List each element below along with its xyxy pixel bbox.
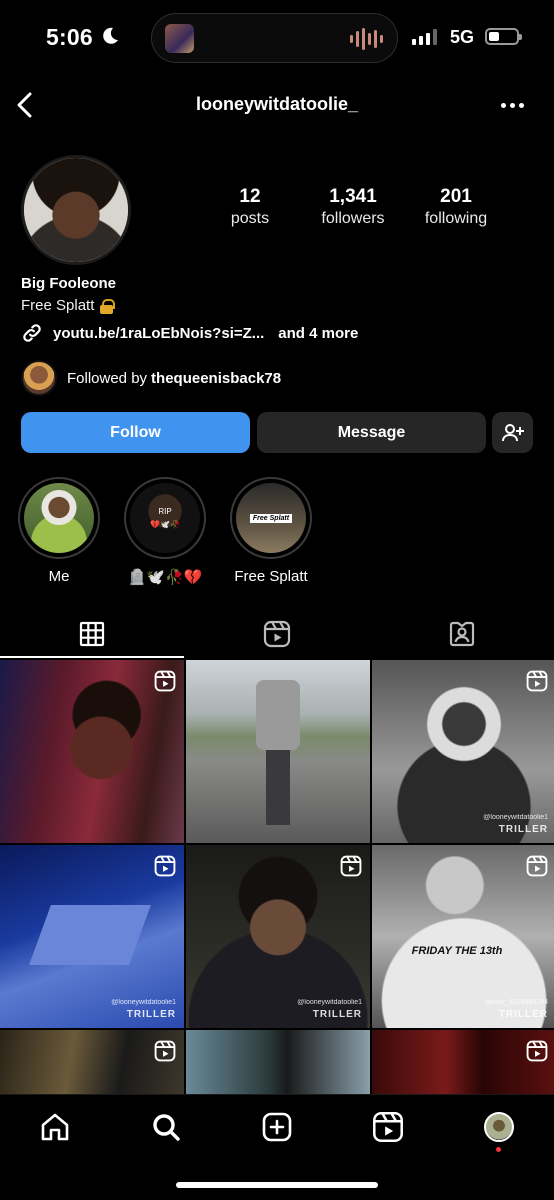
watermark-user: @looneywitdatoolie1 (483, 814, 548, 821)
watermark-app: TRILLER (498, 1009, 548, 1020)
watermark-app: TRILLER (126, 1009, 176, 1020)
stat-posts-label: posts (230, 210, 270, 227)
reel-badge-icon (154, 1040, 176, 1062)
grid-post[interactable]: @looneywitdatoolie1 TRILLER (0, 845, 184, 1028)
home-icon (41, 1113, 69, 1141)
notification-dot (496, 1147, 501, 1152)
nav-profile[interactable] (483, 1111, 515, 1143)
grid-post[interactable]: FRIDAY THE 13th @user_1529965244 TRILLER (372, 845, 554, 1028)
reel-badge-icon (340, 855, 362, 877)
reel-badge-icon (526, 670, 548, 692)
reel-badge-icon (154, 855, 176, 877)
stat-followers-count: 1,341 (329, 186, 377, 207)
highlight-free-splatt[interactable]: Free Splatt Free Splatt (230, 477, 312, 585)
profile-tabs (0, 610, 554, 658)
link-icon (23, 324, 41, 342)
highlight-memorial-cover: RIP 💔🕊️🥀 (130, 483, 200, 553)
highlight-memorial-label: 🪦🕊️🥀💔 (127, 569, 203, 586)
bio-link[interactable]: youtu.be/1raLoEbNois?si=Z... and 4 more (21, 322, 358, 344)
reel-badge-icon (154, 670, 176, 692)
followed-by[interactable]: Followed by thequeenisback78 (21, 360, 281, 396)
network-type: 5G (450, 27, 475, 47)
highlight-free-splatt-label: Free Splatt (234, 568, 308, 585)
grid-post[interactable] (0, 660, 184, 843)
nav-search[interactable] (150, 1111, 182, 1143)
highlight-memorial-emoji: 💔🕊️🥀 (150, 520, 180, 529)
tab-tagged[interactable] (370, 610, 554, 658)
highlight-memorial[interactable]: RIP 💔🕊️🥀 🪦🕊️🥀💔 (124, 477, 206, 586)
add-post-icon (262, 1112, 292, 1142)
watermark: @looneywitdatoolie1 TRILLER (483, 814, 548, 835)
status-bar: 5:06 5G (0, 0, 554, 76)
followed-by-prefix: Followed by (67, 369, 148, 387)
own-avatar (484, 1112, 514, 1142)
watermark-app: TRILLER (498, 824, 548, 835)
bio-text: Free Splatt (21, 297, 116, 314)
watermark-user: @looneywitdatoolie1 (111, 999, 176, 1006)
search-icon (153, 1114, 180, 1141)
grid-post[interactable]: @looneywitdatoolie1 TRILLER (372, 660, 554, 843)
nav-create[interactable] (261, 1111, 293, 1143)
cellular-signal-icon (412, 29, 437, 45)
bio-link-url[interactable]: youtu.be/1raLoEbNois?si=Z... (53, 325, 264, 342)
watermark: @looneywitdatoolie1 TRILLER (297, 999, 362, 1020)
follower-avatar (21, 360, 57, 396)
stat-followers-label: followers (321, 210, 385, 227)
highlight-memorial-text: RIP (158, 507, 172, 516)
stat-followers[interactable]: 1,341 followers (298, 186, 408, 230)
tab-posts-grid[interactable] (0, 610, 184, 658)
reel-badge-icon (526, 855, 548, 877)
bio-line: Free Splatt (21, 297, 95, 314)
highlight-me-label: Me (48, 568, 70, 585)
watermark: @looneywitdatoolie1 TRILLER (111, 999, 176, 1020)
highlight-me[interactable]: Me (18, 477, 100, 585)
watermark-app: TRILLER (312, 1009, 362, 1020)
audio-waveform-icon (350, 28, 383, 50)
home-indicator[interactable] (176, 1182, 378, 1188)
highlight-free-splatt-cover: Free Splatt (236, 483, 306, 553)
highlight-free-splatt-cover-text: Free Splatt (249, 513, 293, 523)
now-playing-artwork (165, 24, 194, 53)
reel-badge-icon (526, 1040, 548, 1062)
stat-following-label: following (424, 210, 488, 227)
profile-username: looneywitdatoolie_ (195, 94, 359, 114)
watermark-user: @looneywitdatoolie1 (297, 999, 362, 1006)
more-options-icon[interactable] (501, 103, 524, 108)
grid-post[interactable]: @looneywitdatoolie1 TRILLER (186, 845, 370, 1028)
grid-icon (79, 621, 105, 647)
tab-reels[interactable] (185, 610, 369, 658)
reels-icon (373, 1112, 403, 1142)
moon-icon (103, 27, 118, 44)
display-name: Big Fooleone (21, 275, 116, 292)
nav-home[interactable] (39, 1111, 71, 1143)
suggest-users-button[interactable] (492, 412, 533, 453)
stat-posts[interactable]: 12 posts (195, 186, 305, 230)
stat-posts-count: 12 (239, 186, 261, 207)
watermark: @user_1529965244 TRILLER (484, 999, 548, 1020)
highlight-me-cover (24, 483, 94, 553)
tagged-person-icon (449, 621, 475, 647)
profile-avatar[interactable] (21, 155, 131, 265)
nav-reels[interactable] (372, 1111, 404, 1143)
stat-following[interactable]: 201 following (401, 186, 511, 230)
grid-post[interactable] (186, 660, 370, 843)
lock-emoji-icon (100, 298, 116, 314)
more-links[interactable]: and 4 more (278, 325, 358, 342)
shirt-text: FRIDAY THE 13th (411, 945, 503, 957)
followed-by-user[interactable]: thequeenisback78 (151, 370, 281, 387)
message-button[interactable]: Message (257, 412, 486, 453)
dynamic-island[interactable] (151, 13, 398, 63)
stat-following-count: 201 (440, 186, 472, 207)
battery-icon (485, 28, 522, 45)
add-person-icon (501, 423, 524, 441)
follow-button[interactable]: Follow (21, 412, 250, 453)
watermark-user: @user_1529965244 (484, 999, 548, 1006)
status-time: 5:06 (46, 24, 93, 50)
reels-icon (263, 620, 291, 648)
